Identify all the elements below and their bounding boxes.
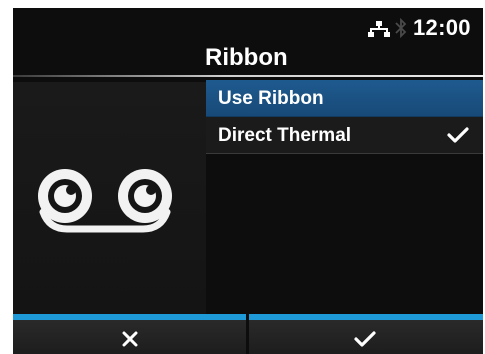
clock: 12:00 (413, 15, 471, 40)
printer-screen: 12:00 Ribbon Use Ribbon Direct Thermal (13, 8, 483, 354)
option-label: Direct Thermal (218, 125, 352, 146)
close-icon (122, 331, 138, 347)
check-icon (354, 331, 376, 347)
softkey-bar (13, 314, 483, 354)
ok-button[interactable] (249, 314, 483, 354)
bluetooth-icon (395, 18, 407, 38)
network-icon (368, 21, 390, 37)
option-use-ribbon[interactable]: Use Ribbon (206, 80, 483, 117)
cancel-button[interactable] (13, 314, 246, 354)
title-divider (13, 75, 483, 77)
check-icon (447, 127, 469, 143)
ribbon-icon (38, 169, 172, 233)
option-list: Use Ribbon Direct Thermal (206, 80, 483, 154)
option-label: Use Ribbon (218, 88, 324, 109)
page-title: Ribbon (205, 44, 288, 71)
option-direct-thermal[interactable]: Direct Thermal (206, 117, 483, 154)
status-bar: 12:00 (283, 8, 483, 44)
